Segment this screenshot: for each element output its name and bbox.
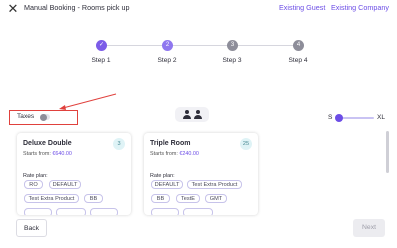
rate-plan-tag[interactable] — [90, 208, 118, 215]
rate-plan-tag[interactable] — [56, 208, 86, 215]
next-button[interactable]: Next — [353, 219, 385, 237]
room-name: Triple Room — [150, 140, 191, 147]
rate-plan-tag[interactable] — [24, 208, 52, 215]
rate-plan-tag[interactable]: TestE — [176, 194, 200, 203]
size-slider-track[interactable] — [338, 117, 374, 119]
rate-plan-label: Rate plan: — [150, 173, 175, 179]
rate-plan-tag[interactable] — [183, 208, 213, 215]
room-name: Deluxe Double — [23, 140, 72, 147]
rate-plan-tag[interactable] — [151, 208, 179, 215]
scrollbar[interactable] — [386, 131, 389, 173]
rate-plan-tag[interactable]: DEFAULT — [151, 180, 183, 189]
size-slider-handle[interactable] — [335, 114, 343, 122]
toggle-knob — [40, 113, 47, 121]
taxes-toggle[interactable] — [40, 113, 50, 121]
guests-selector[interactable] — [175, 107, 209, 122]
room-card[interactable]: Triple Room 25 Starts from: €240.00 Rate… — [144, 133, 258, 215]
rate-plan-tag[interactable]: RO — [24, 180, 43, 189]
size-max-label: XL — [377, 114, 386, 121]
room-count-badge: 25 — [240, 138, 252, 150]
rate-plan-tag[interactable]: GMT — [205, 194, 227, 203]
room-card[interactable]: Deluxe Double 3 Starts from: €640.00 Rat… — [17, 133, 131, 215]
back-button[interactable]: Back — [16, 219, 47, 237]
person-icon — [183, 110, 191, 119]
rate-plan-tag[interactable]: BB — [151, 194, 170, 203]
rate-plan-label: Rate plan: — [23, 173, 48, 179]
rate-plan-tag[interactable]: DEFAULT — [49, 180, 81, 189]
taxes-label: Taxes — [17, 113, 35, 120]
room-price: Starts from: €240.00 — [150, 151, 199, 157]
room-price: Starts from: €640.00 — [23, 151, 72, 157]
room-count-badge: 3 — [113, 138, 125, 150]
rate-plan-tag[interactable]: BB — [84, 194, 103, 203]
person-icon — [194, 110, 202, 119]
rate-plan-tag[interactable]: Test Extra Product — [24, 194, 79, 203]
size-min-label: S — [328, 114, 333, 121]
rate-plan-tag[interactable]: Test Extra Product — [187, 180, 242, 189]
